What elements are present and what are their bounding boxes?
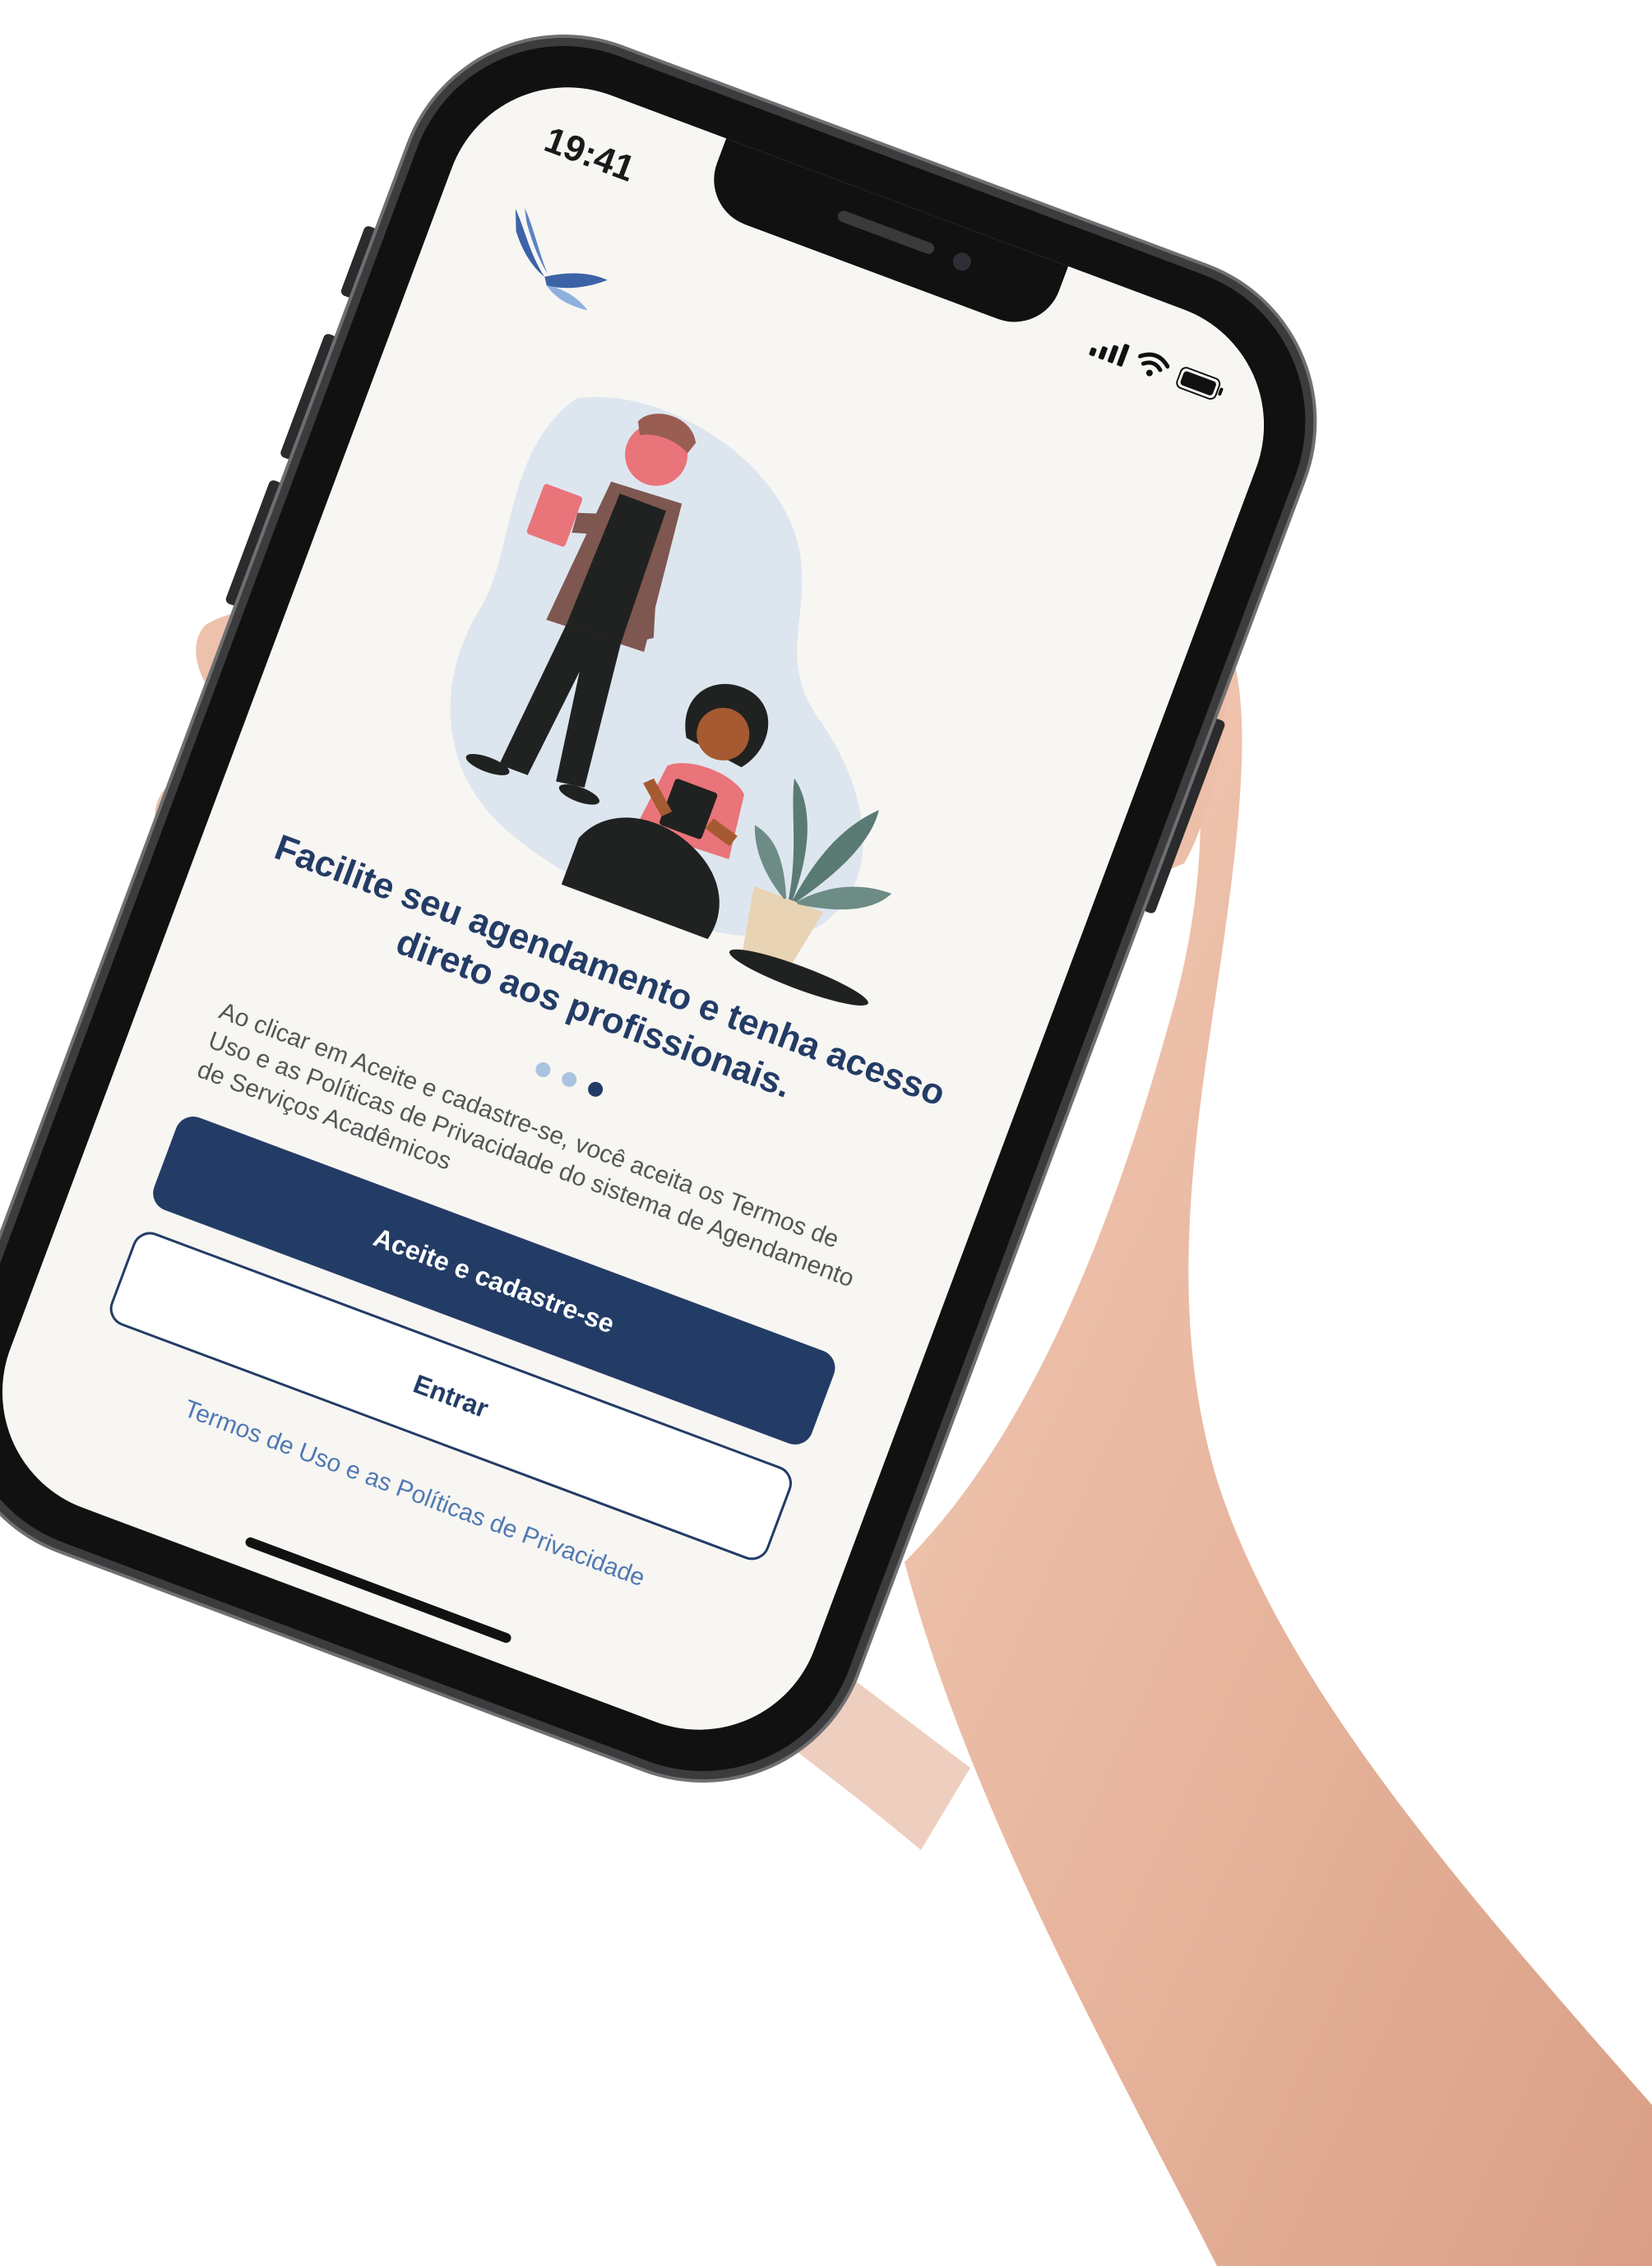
battery-icon <box>1174 365 1227 404</box>
signal-icon <box>1088 331 1131 368</box>
photo-stage: 19:41 Facilite seu agendamento e tenha a… <box>0 0 1652 2266</box>
app-logo-icon <box>478 198 627 330</box>
status-icons <box>1088 331 1228 404</box>
wifi-icon <box>1132 348 1172 382</box>
status-time: 19:41 <box>539 119 641 190</box>
speaker-grille <box>835 209 937 256</box>
front-camera <box>950 250 974 274</box>
pagination-dot[interactable] <box>533 1060 553 1080</box>
pagination-dot[interactable] <box>559 1070 579 1089</box>
pagination-dot-active[interactable] <box>585 1080 605 1099</box>
